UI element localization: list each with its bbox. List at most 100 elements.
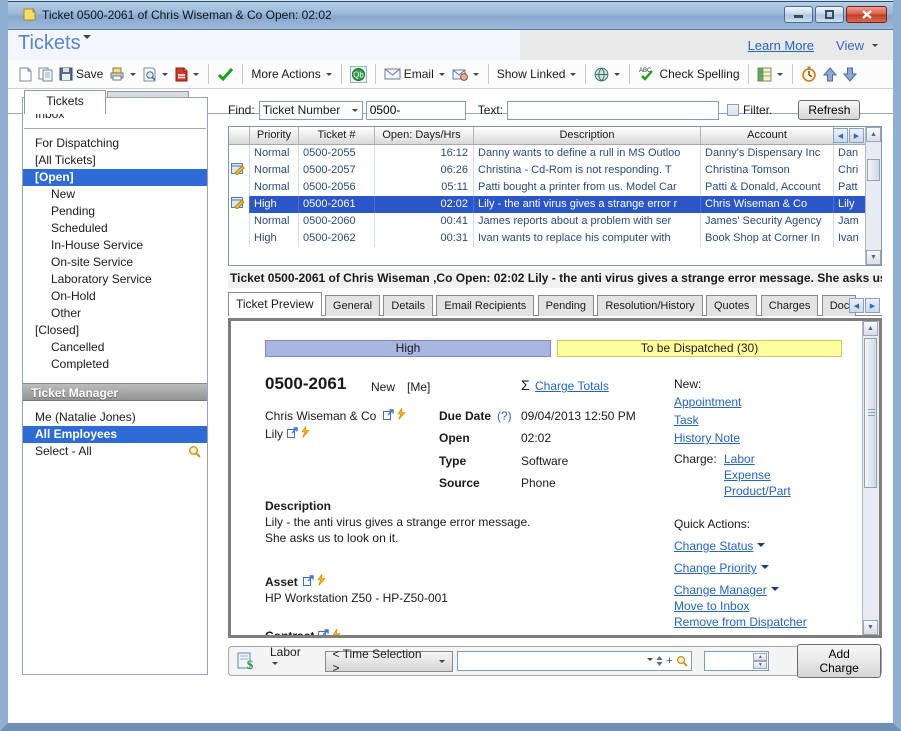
new-appointment-link[interactable]: Appointment — [674, 395, 741, 409]
quick-action-change-priority[interactable]: Change Priority — [674, 561, 769, 575]
add-charge-button[interactable]: Add Charge — [797, 644, 881, 678]
maximize-button[interactable] — [815, 6, 844, 23]
scroll-down-icon[interactable]: ▼ — [863, 620, 878, 635]
copy-icon[interactable] — [35, 65, 56, 84]
find-field-select[interactable]: Ticket Number — [259, 101, 363, 120]
scroll-down-icon[interactable]: ▼ — [866, 250, 881, 265]
table-row[interactable]: Normal 0500-2055 16:12 Danny wants to de… — [229, 145, 881, 162]
quick-action-change-manager[interactable]: Change Manager — [674, 583, 779, 597]
find-value-input[interactable] — [366, 101, 466, 120]
sidebar-item-select-all[interactable]: Select - All — [23, 443, 207, 460]
add-item-icon[interactable]: + — [666, 655, 672, 667]
sidebar-item-scheduled[interactable]: Scheduled — [23, 220, 207, 237]
tab-email-recipients[interactable]: Email Recipients — [436, 295, 534, 316]
move-up-icon[interactable] — [820, 65, 840, 84]
print-preview-button[interactable] — [140, 65, 172, 84]
charge-labor-link[interactable]: Labor — [724, 452, 755, 466]
time-selection-button[interactable]: < Time Selection > — [325, 651, 452, 672]
tickets-module-menu[interactable]: Tickets — [18, 32, 92, 55]
table-row[interactable]: Normal 0500-2060 00:41 James reports abo… — [229, 213, 881, 230]
sidebar-item-in-house-service[interactable]: In-House Service — [23, 237, 207, 254]
new-history-note-link[interactable]: History Note — [674, 431, 740, 445]
tab-quotes[interactable]: Quotes — [706, 295, 757, 316]
export-button[interactable] — [754, 65, 787, 84]
view-menu[interactable]: View — [836, 38, 864, 53]
column-ticket[interactable]: Ticket # — [299, 127, 375, 144]
more-actions-button[interactable]: More Actions — [248, 65, 335, 83]
lightning-icon[interactable] — [301, 426, 310, 438]
scroll-up-icon[interactable]: ▲ — [866, 127, 881, 142]
tab-pending[interactable]: Pending — [538, 295, 594, 316]
open-account-icon[interactable] — [383, 409, 394, 420]
sort-icon[interactable] — [656, 656, 663, 666]
sidebar-item-for-dispatching[interactable]: For Dispatching — [23, 135, 207, 152]
filter-checkbox[interactable] — [727, 104, 739, 116]
quickbooks-icon[interactable]: Qb — [347, 64, 370, 85]
refresh-button[interactable]: Refresh — [798, 100, 860, 120]
stepper-down-icon[interactable]: ▼ — [753, 661, 767, 669]
sidebar-item-completed[interactable]: Completed — [23, 356, 207, 373]
sidebar-item-closed[interactable]: [Closed] — [23, 322, 207, 339]
column-account[interactable]: Account — [701, 127, 834, 144]
charge-category-select[interactable]: Labor — [270, 645, 309, 677]
column-priority[interactable]: Priority — [250, 127, 299, 144]
show-linked-button[interactable]: Show Linked — [494, 65, 581, 83]
timer-icon[interactable] — [798, 64, 820, 84]
sidebar-item-laboratory-service[interactable]: Laboratory Service — [23, 271, 207, 288]
lightning-icon[interactable] — [397, 408, 406, 420]
sidebar-item-pending[interactable]: Pending — [23, 203, 207, 220]
magnifier-icon[interactable] — [188, 445, 201, 458]
table-row[interactable]: High 0500-2062 00:31 Ivan wants to repla… — [229, 230, 881, 247]
print-button[interactable] — [106, 65, 140, 83]
quick-action-change-status[interactable]: Change Status — [674, 539, 765, 553]
tab-tickets[interactable]: Tickets — [24, 90, 106, 114]
quick-action-move-to-inbox[interactable]: Move to Inbox — [674, 599, 749, 613]
sidebar-item-other[interactable]: Other — [23, 305, 207, 322]
resolve-check-icon[interactable] — [214, 65, 237, 83]
scroll-up-icon[interactable]: ▲ — [863, 321, 878, 336]
sidebar-item-on-site-service[interactable]: On-site Service — [23, 254, 207, 271]
find-text-input[interactable] — [507, 101, 719, 120]
tab-scroll-right-icon[interactable]: ▶ — [865, 298, 880, 313]
stepper-up-icon[interactable]: ▲ — [753, 653, 767, 661]
sidebar-item-open[interactable]: [Open] — [23, 169, 207, 186]
table-row-selected[interactable]: High 0500-2061 02:02 Lily - the anti vir… — [229, 196, 881, 213]
learn-more-link[interactable]: Learn More — [748, 38, 814, 53]
sidebar-item-all-tickets[interactable]: [All Tickets] — [23, 152, 207, 169]
charge-expense-link[interactable]: Expense — [724, 468, 771, 482]
tab-ticket-preview[interactable]: Ticket Preview — [228, 292, 322, 316]
email-button[interactable]: Email — [381, 65, 449, 83]
charge-totals-link[interactable]: Charge Totals — [535, 379, 609, 393]
lookup-magnifier-icon[interactable] — [676, 655, 688, 667]
combo-chevron-icon[interactable] — [647, 658, 653, 664]
save-button[interactable]: Save — [56, 65, 106, 83]
view-chevron-icon[interactable] — [872, 44, 878, 50]
pdf-button[interactable] — [172, 65, 203, 84]
quick-action-remove-from-dispatcher[interactable]: Remove from Dispatcher — [674, 615, 807, 629]
grid-scrollbar[interactable]: ▲ ▼ — [865, 127, 881, 265]
tab-general[interactable]: General — [325, 295, 380, 316]
table-row[interactable]: Normal 0500-2057 06:26 Christina - Cd-Ro… — [229, 162, 881, 179]
sidebar-item-all-employees[interactable]: All Employees — [23, 426, 207, 443]
new-task-link[interactable]: Task — [674, 413, 699, 427]
tab-scroll-left-icon[interactable]: ◀ — [849, 298, 864, 313]
move-down-icon[interactable] — [840, 65, 860, 84]
sidebar-item-cancelled[interactable]: Cancelled — [23, 339, 207, 356]
sidebar-item-me[interactable]: Me (Natalie Jones) — [23, 409, 207, 426]
table-row[interactable]: Normal 0500-2056 05:11 Patti bought a pr… — [229, 179, 881, 196]
charge-product-part-link[interactable]: Product/Part — [724, 484, 791, 498]
tab-charges[interactable]: Charges — [761, 295, 819, 316]
column-open[interactable]: Open: Days/Hrs — [375, 127, 474, 144]
mail-merge-button[interactable] — [449, 66, 483, 83]
scrollbar-thumb[interactable] — [864, 338, 877, 488]
lightning-icon[interactable] — [317, 574, 326, 586]
scrollbar-thumb[interactable] — [867, 159, 880, 181]
preview-scrollbar[interactable]: ▲ ▼ — [862, 321, 879, 635]
tab-resolution-history[interactable]: Resolution/History — [597, 295, 702, 316]
new-ticket-button[interactable] — [16, 65, 35, 84]
minimize-button[interactable] — [784, 6, 813, 23]
check-spelling-button[interactable]: ABC Check Spelling — [635, 64, 742, 84]
item-combobox[interactable]: + — [457, 651, 692, 671]
sidebar-item-on-hold[interactable]: On-Hold — [23, 288, 207, 305]
quantity-stepper[interactable]: ▲ ▼ — [704, 651, 770, 671]
